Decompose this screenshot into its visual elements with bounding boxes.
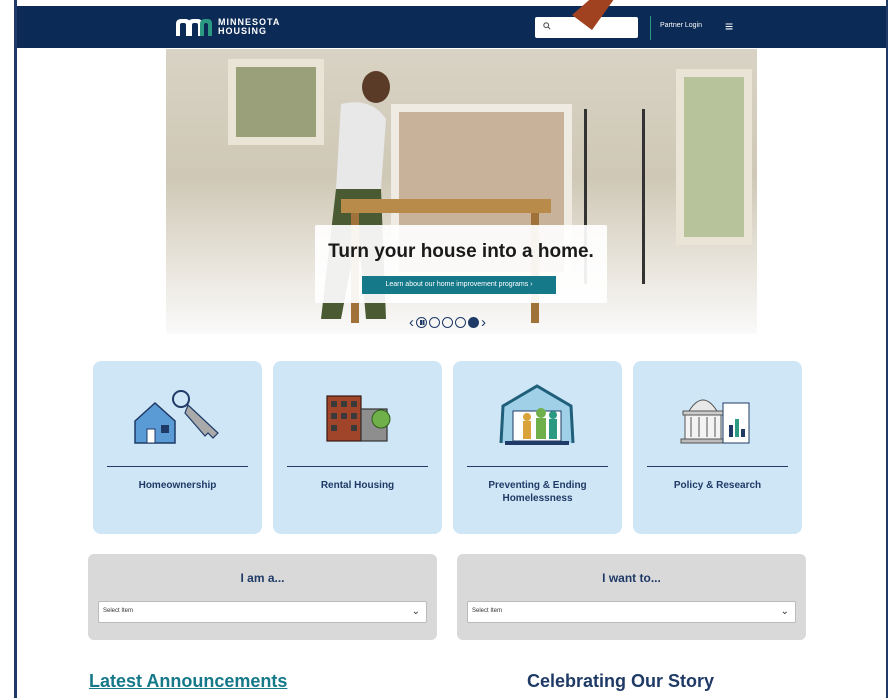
capitol-report-icon — [680, 399, 750, 444]
house-key-icon — [134, 390, 219, 444]
family-shelter-icon — [499, 384, 575, 445]
card-label: Policy & Research — [673, 480, 762, 491]
hero-image-table — [341, 199, 551, 213]
card-rental-housing[interactable]: Rental Housing — [273, 361, 442, 534]
hero-image-window-right — [676, 69, 752, 245]
site-logo[interactable]: MINNESOTA HOUSING — [174, 16, 280, 38]
apartment-building-icon — [326, 395, 391, 442]
i-am-a-select[interactable]: Select Item ⌄ — [98, 601, 427, 623]
logo-text: MINNESOTA HOUSING — [218, 18, 280, 36]
i-am-a-panel: I am a... Select Item ⌄ — [88, 554, 437, 640]
hero-caption: Turn your house into a home. Learn about… — [315, 225, 607, 303]
card-homelessness[interactable]: Preventing & Ending Homelessness — [453, 361, 622, 534]
i-want-to-select[interactable]: Select Item ⌄ — [467, 601, 796, 623]
annotation-arrow-icon — [572, 0, 614, 30]
carousel-prev-icon[interactable]: ‹ — [409, 315, 414, 330]
logo-text-line2: HOUSING — [218, 26, 268, 36]
page-frame: MINNESOTA HOUSING Partner Login ≡ Turn y… — [14, 0, 888, 698]
hamburger-menu-icon[interactable]: ≡ — [725, 19, 733, 33]
chevron-down-icon: ⌄ — [780, 606, 789, 617]
i-want-to-title: I want to... — [602, 571, 661, 585]
carousel-pause-icon[interactable] — [416, 317, 427, 328]
hero-banner: Turn your house into a home. Learn about… — [166, 49, 757, 334]
card-divider — [647, 466, 788, 467]
site-header: MINNESOTA HOUSING Partner Login ≡ — [17, 6, 886, 48]
hero-cta-label: Learn about our home improvement program… — [385, 281, 529, 288]
card-divider — [287, 466, 428, 467]
card-divider — [467, 466, 608, 467]
celebrating-story-heading: Celebrating Our Story — [527, 671, 715, 691]
select-value: Select Item — [103, 608, 134, 614]
card-homeownership[interactable]: Homeownership — [93, 361, 262, 534]
chevron-right-icon: › — [530, 281, 533, 288]
latest-announcements-link[interactable]: Latest Announcements — [89, 671, 287, 692]
card-policy-research[interactable]: Policy & Research — [633, 361, 802, 534]
carousel-controls: ‹ › — [409, 315, 486, 330]
hero-title: Turn your house into a home. — [328, 241, 594, 262]
hero-cta-button[interactable]: Learn about our home improvement program… — [362, 276, 556, 294]
carousel-dot[interactable] — [442, 317, 453, 328]
partner-login-link[interactable]: Partner Login — [660, 22, 702, 29]
carousel-next-icon[interactable]: › — [481, 315, 486, 330]
i-want-to-panel: I want to... Select Item ⌄ — [457, 554, 806, 640]
chevron-down-icon: ⌄ — [411, 606, 420, 617]
carousel-dot[interactable] — [429, 317, 440, 328]
select-value: Select Item — [472, 608, 503, 614]
card-label: Rental Housing — [320, 480, 395, 491]
card-label: Homeownership — [138, 480, 217, 491]
header-divider — [650, 16, 651, 40]
logo-mark-icon — [176, 19, 212, 36]
i-am-a-title: I am a... — [240, 571, 285, 585]
card-divider — [107, 466, 248, 467]
search-icon — [543, 22, 551, 32]
carousel-dot-active[interactable] — [468, 317, 479, 328]
card-label: Preventing & Ending Homelessness — [488, 480, 587, 504]
carousel-dot[interactable] — [455, 317, 466, 328]
